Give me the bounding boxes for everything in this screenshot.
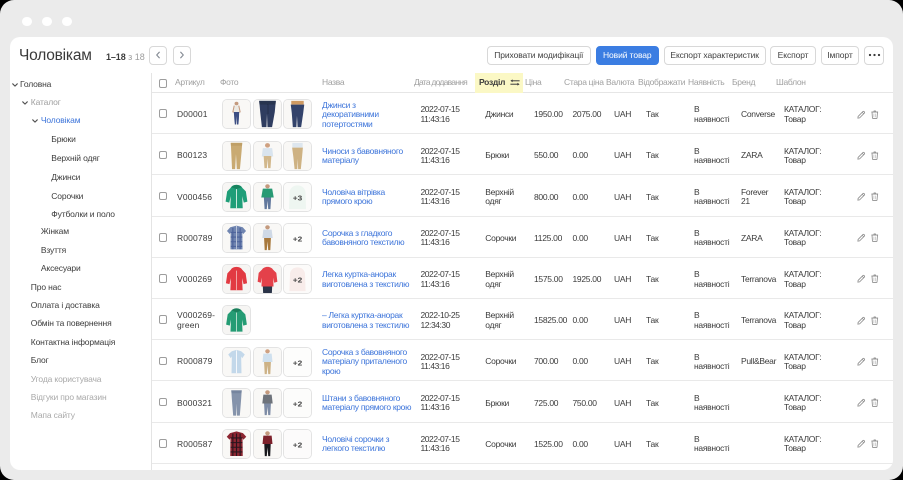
svg-text:+2: +2 bbox=[293, 276, 303, 285]
svg-text:+2: +2 bbox=[293, 441, 303, 450]
svg-text:+2: +2 bbox=[293, 359, 303, 368]
svg-text:+3: +3 bbox=[293, 194, 303, 203]
svg-text:+2: +2 bbox=[293, 235, 303, 244]
svg-text:+2: +2 bbox=[293, 400, 303, 409]
